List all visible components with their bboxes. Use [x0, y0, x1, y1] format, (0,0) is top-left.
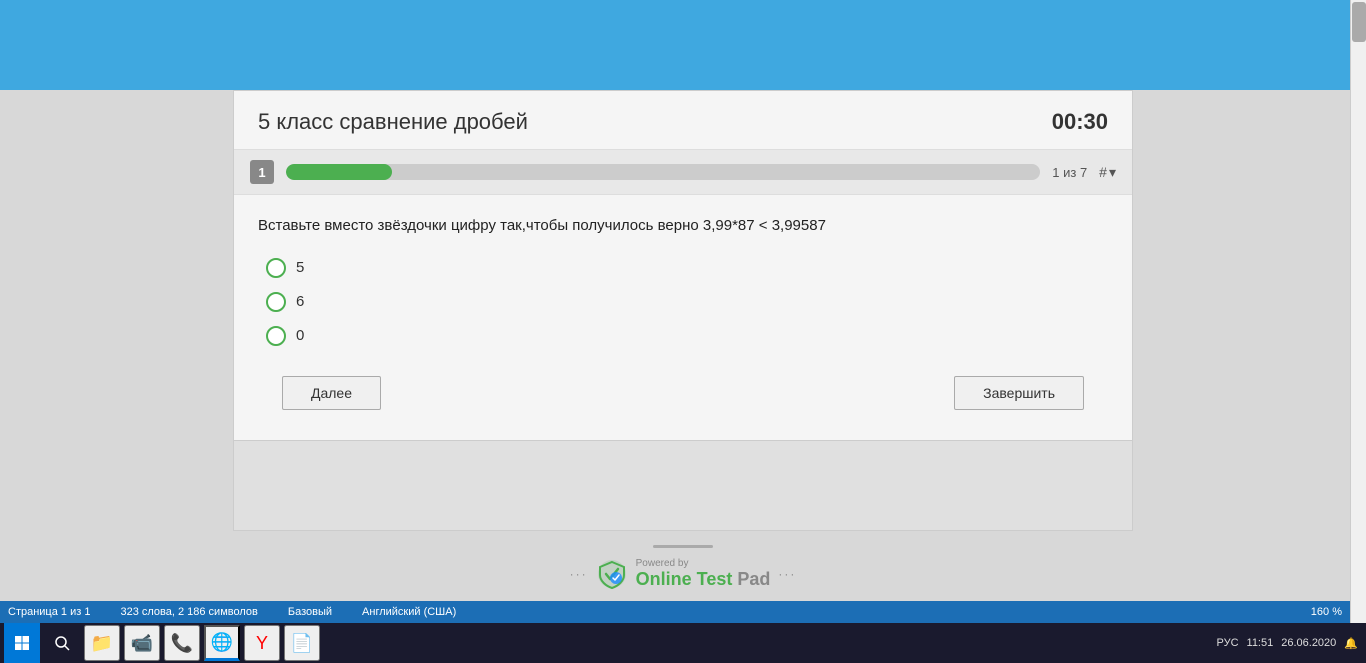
footer-brand-test: Test	[697, 569, 738, 589]
answer-option-3[interactable]: 0	[266, 326, 1108, 346]
footer-powered: Powered by	[636, 558, 689, 569]
status-mode: Базовый	[288, 606, 332, 618]
notification-icon[interactable]: 🔔	[1344, 637, 1358, 650]
radio-3[interactable]	[266, 326, 286, 346]
windows-button[interactable]	[4, 623, 40, 663]
finish-button[interactable]: Завершить	[954, 376, 1084, 410]
taskbar: 📁 📹 📞 🌐 Y 📄 РУС 11:51 26.06.2020 🔔	[0, 623, 1366, 663]
footer-brand-pad: Pad	[737, 569, 770, 589]
taskbar-right: РУС 11:51 26.06.2020 🔔	[1208, 637, 1366, 650]
answer-options: 5 6 0	[258, 258, 1108, 346]
option-label-3: 0	[296, 327, 304, 344]
next-button[interactable]: Далее	[282, 376, 381, 410]
progress-bar-container	[286, 164, 1040, 180]
footer-dots-left: ···	[570, 567, 588, 581]
taskbar-language: РУС	[1216, 637, 1238, 649]
footer-logo-icon	[596, 558, 628, 590]
zoom-button[interactable]: 📹	[124, 625, 160, 661]
chevron-down-icon: ▾	[1109, 164, 1116, 181]
search-icon	[54, 635, 70, 651]
taskbar-date: 26.06.2020	[1281, 637, 1336, 649]
question-number-badge: 1	[250, 160, 274, 184]
hash-button[interactable]: # ▾	[1099, 164, 1116, 181]
footer-brand-online: Online	[636, 569, 697, 589]
question-text: Вставьте вместо звёздочки цифру так,чтоб…	[258, 215, 1108, 238]
search-button[interactable]	[44, 623, 80, 663]
status-wordcount: 323 слова, 2 186 символов	[120, 606, 257, 618]
answer-option-2[interactable]: 6	[266, 292, 1108, 312]
taskbar-time: 11:51	[1247, 637, 1274, 649]
option-label-2: 6	[296, 293, 304, 310]
progress-text: 1 из 7	[1052, 165, 1087, 180]
status-zoom: 160 %	[1311, 606, 1342, 618]
main-content: 5 класс сравнение дробей 00:30 1 1 из 7 …	[0, 90, 1366, 608]
windows-icon	[14, 635, 30, 651]
footer-dots-right: ···	[778, 567, 796, 581]
footer-divider	[653, 545, 713, 548]
question-area: Вставьте вместо звёздочки цифру так,чтоб…	[234, 195, 1132, 440]
footer: ··· Powered by Online Test Pad ···	[0, 531, 1366, 598]
quiz-timer: 00:30	[1052, 109, 1108, 135]
buttons-row: Далее Завершить	[258, 366, 1108, 430]
footer-brand: Online Test Pad	[636, 569, 771, 590]
quiz-header: 5 класс сравнение дробей 00:30	[234, 91, 1132, 150]
file-explorer-button[interactable]: 📁	[84, 625, 120, 661]
viber-button[interactable]: 📞	[164, 625, 200, 661]
scrollbar-area[interactable]	[1350, 0, 1366, 663]
quiz-card: 5 класс сравнение дробей 00:30 1 1 из 7 …	[233, 90, 1133, 531]
status-page: Страница 1 из 1	[8, 606, 90, 618]
taskbar-left: 📁 📹 📞 🌐 Y 📄	[0, 623, 324, 663]
top-bar	[0, 0, 1366, 90]
radio-2[interactable]	[266, 292, 286, 312]
answer-option-1[interactable]: 5	[266, 258, 1108, 278]
radio-1[interactable]	[266, 258, 286, 278]
status-bar: Страница 1 из 1 323 слова, 2 186 символо…	[0, 601, 1350, 623]
option-label-1: 5	[296, 259, 304, 276]
footer-logo-row: ··· Powered by Online Test Pad ···	[570, 558, 797, 590]
progress-bar-fill	[286, 164, 392, 180]
scrollbar-thumb[interactable]	[1352, 2, 1366, 42]
status-language: Английский (США)	[362, 606, 456, 618]
yandex-button[interactable]: Y	[244, 625, 280, 661]
hash-label: #	[1099, 164, 1107, 180]
footer-logo-text: Powered by Online Test Pad	[636, 558, 771, 590]
card-bottom	[234, 440, 1132, 530]
progress-row: 1 1 из 7 # ▾	[234, 150, 1132, 195]
docs-button[interactable]: 📄	[284, 625, 320, 661]
chrome-button[interactable]: 🌐	[204, 625, 240, 661]
quiz-title: 5 класс сравнение дробей	[258, 109, 528, 135]
